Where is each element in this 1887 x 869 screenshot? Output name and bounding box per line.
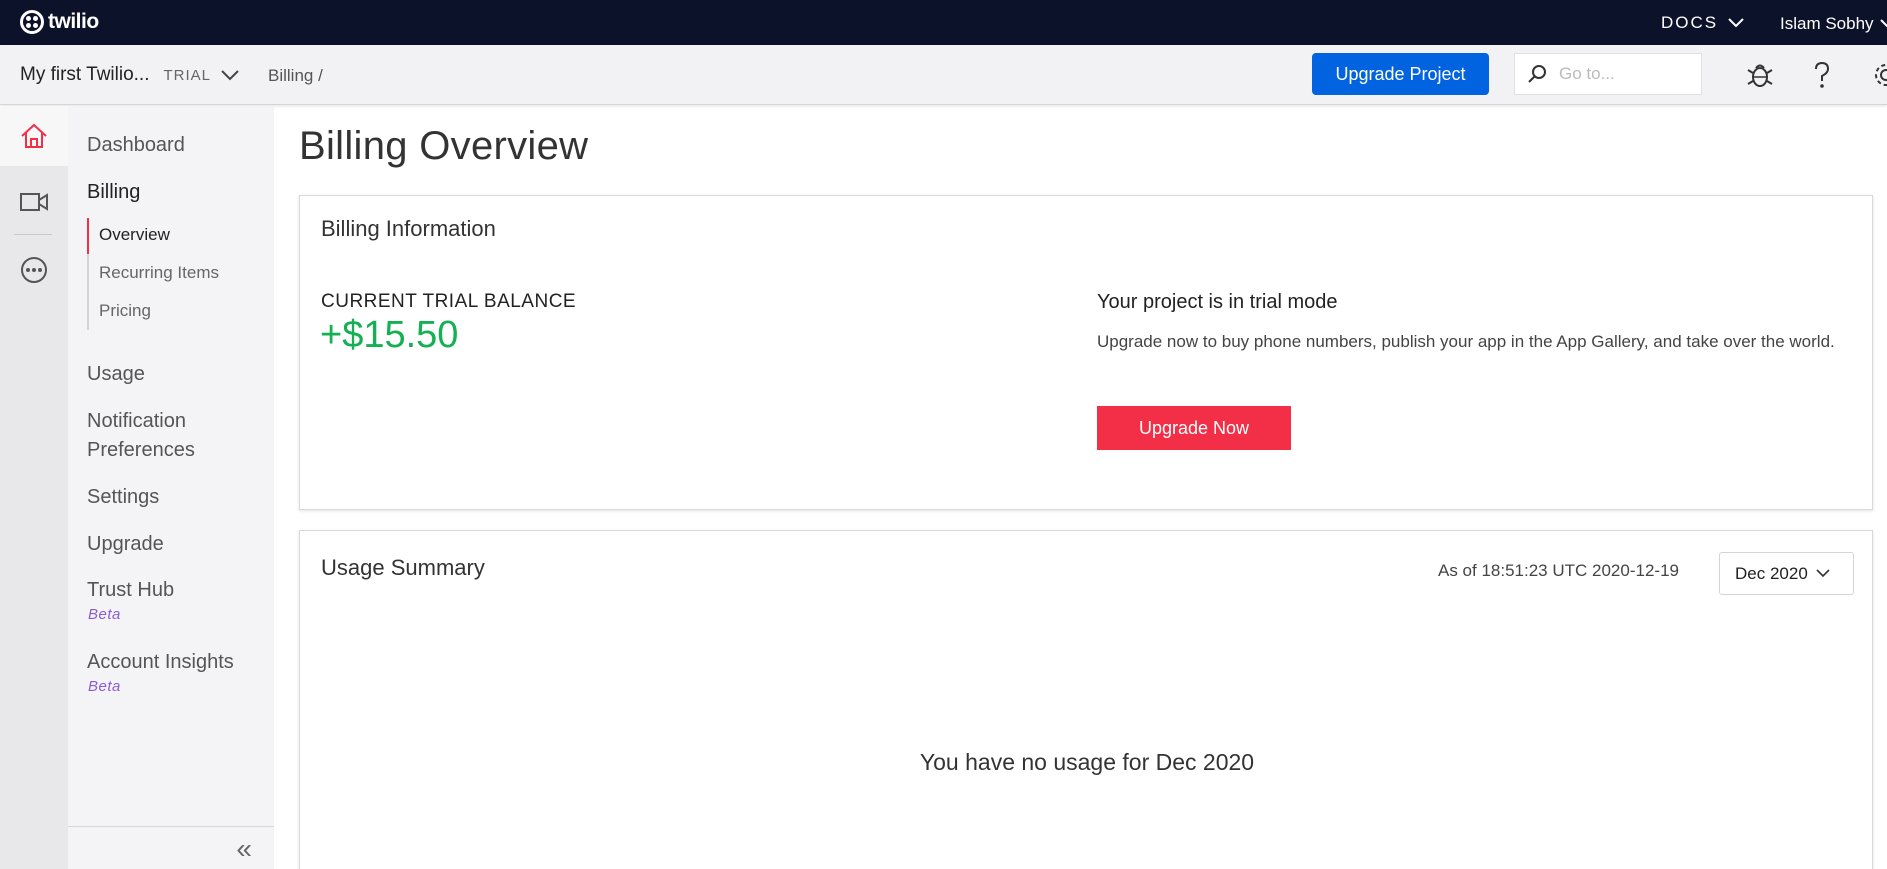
sidebar-navigation: Dashboard Billing Overview Recurring Ite… (68, 106, 274, 869)
trial-mode-description: Upgrade now to buy phone numbers, publis… (1097, 332, 1835, 351)
home-icon[interactable] (20, 123, 48, 149)
sidebar-subitem-recurring-items[interactable]: Recurring Items (99, 263, 219, 283)
chevron-down-icon (1816, 569, 1830, 578)
settings-gear-icon[interactable] (1873, 61, 1887, 89)
trial-badge: TRIAL (163, 66, 212, 84)
usage-timestamp: As of 18:51:23 UTC 2020-12-19 (1438, 561, 1679, 580)
card-title: Billing Information (321, 216, 496, 241)
search-input[interactable] (1559, 64, 1699, 84)
logo-text: twilio (48, 10, 99, 33)
rail-divider (14, 234, 52, 235)
sidebar-item-upgrade[interactable]: Upgrade (87, 530, 164, 559)
project-toolbar: My first Twilio... TRIAL Billing / Upgra… (0, 45, 1887, 105)
sidebar-item-trust-hub[interactable]: Trust Hub (87, 576, 174, 605)
sidebar-subitem-overview[interactable]: Overview (99, 225, 170, 245)
sub-item-guide-line (87, 254, 89, 330)
beta-badge: Beta (88, 678, 121, 695)
sidebar-collapse-bar: « (68, 826, 274, 869)
project-name: My first Twilio... (20, 64, 150, 85)
user-menu[interactable]: Islam Sobhy (1780, 14, 1887, 34)
twilio-logo-mark-icon (20, 10, 44, 34)
chevron-down-icon (1879, 19, 1887, 28)
docs-label: DOCS (1661, 13, 1719, 32)
chevron-down-icon (1728, 18, 1744, 28)
product-icon-rail (0, 106, 68, 869)
help-icon[interactable] (1813, 61, 1831, 89)
balance-label: CURRENT TRIAL BALANCE (321, 291, 577, 312)
upgrade-now-button[interactable]: Upgrade Now (1097, 406, 1291, 450)
project-switcher[interactable]: My first Twilio... TRIAL (20, 64, 239, 86)
sidebar-item-notification-preferences[interactable]: Notification Preferences (87, 407, 227, 465)
twilio-logo[interactable]: twilio (20, 10, 99, 34)
breadcrumb[interactable]: Billing / (268, 66, 323, 86)
beta-badge: Beta (88, 606, 121, 623)
trial-mode-heading: Your project is in trial mode (1097, 291, 1338, 313)
sidebar-item-billing[interactable]: Billing (87, 178, 140, 207)
chevron-down-icon (221, 69, 239, 80)
sidebar-item-dashboard[interactable]: Dashboard (87, 131, 185, 160)
more-icon[interactable] (20, 256, 48, 284)
sidebar-item-account-insights[interactable]: Account Insights (87, 648, 234, 677)
month-selector[interactable]: Dec 2020 (1719, 552, 1854, 595)
sidebar-subitem-pricing[interactable]: Pricing (99, 301, 151, 321)
active-sub-item-indicator (87, 218, 89, 254)
selected-month: Dec 2020 (1735, 563, 1808, 583)
sidebar-item-settings[interactable]: Settings (87, 483, 159, 512)
debugger-bug-icon[interactable] (1747, 61, 1773, 89)
usage-summary-card: Usage Summary As of 18:51:23 UTC 2020-12… (299, 530, 1873, 869)
search-box[interactable] (1514, 53, 1702, 95)
top-navigation-bar: twilio DOCS Islam Sobhy (0, 0, 1887, 45)
balance-value: +$15.50 (320, 314, 459, 356)
card-title: Usage Summary (321, 555, 485, 580)
user-name: Islam Sobhy (1780, 14, 1874, 33)
search-icon (1528, 65, 1546, 83)
sidebar-item-usage[interactable]: Usage (87, 360, 145, 389)
upgrade-project-button[interactable]: Upgrade Project (1312, 53, 1489, 95)
collapse-sidebar-icon[interactable]: « (236, 833, 252, 865)
page-title: Billing Overview (299, 124, 589, 168)
billing-information-card: Billing Information CURRENT TRIAL BALANC… (299, 195, 1873, 510)
docs-menu[interactable]: DOCS (1661, 13, 1744, 33)
video-icon[interactable] (20, 192, 48, 212)
empty-usage-message: You have no usage for Dec 2020 (919, 749, 1255, 775)
